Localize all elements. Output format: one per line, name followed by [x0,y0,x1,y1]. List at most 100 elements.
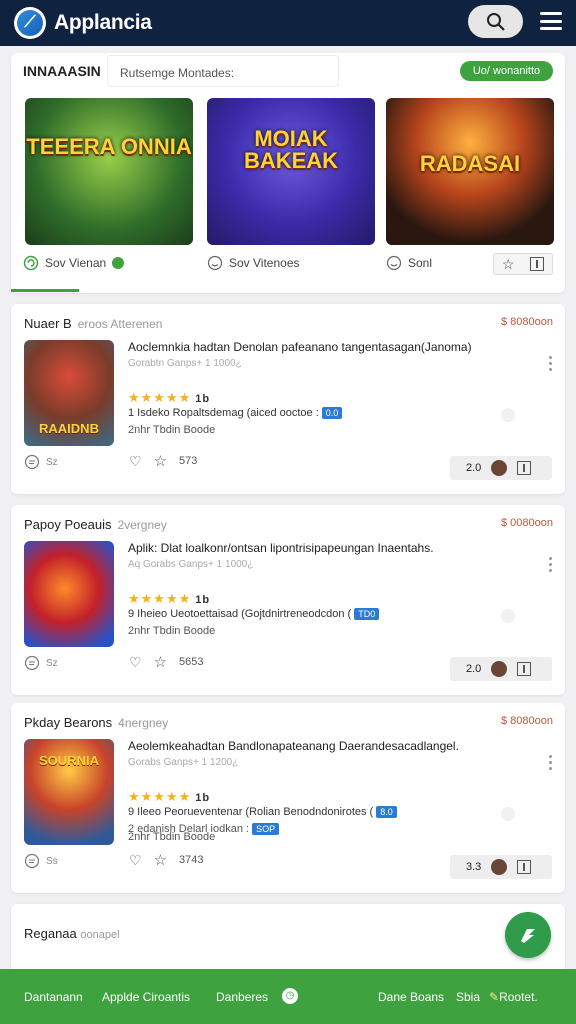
tile-art-text: MOIAK BAKEAK [243,126,339,173]
featured-tile-1[interactable]: TEEERA ONNIA [25,98,193,245]
refresh-icon [23,255,39,271]
featured-actions[interactable]: ☆ [493,253,553,275]
thumb-art-text: RAAIDNB [39,421,99,436]
top-app-bar: ⟋ Applancia [0,0,576,46]
bottom-navigation: Dantanann Applde Ciroantis Danberes ◷ Da… [0,969,576,1024]
panel-icon[interactable] [517,662,532,676]
panel-icon[interactable] [530,257,545,271]
avatar [491,661,508,677]
app-card[interactable]: Papoy Poeauis 2vergney $ 0080oon Aplik: D… [11,505,565,695]
status-dot-icon [501,609,515,623]
info-tag: TD0 [354,608,380,620]
star-outline-icon[interactable]: ☆ [154,851,167,869]
thumb-art-text: SOURNIA [39,753,99,768]
status-dot-icon [501,408,515,422]
tile-art-text: TEEERA ONNIA [26,134,192,159]
app-price: $ 8080oon [501,316,553,328]
app-action-box[interactable]: 3.3 [450,855,552,879]
shield-icon[interactable]: ♡ [129,654,142,671]
app-meta: Gorabtn Ganps+ 1 1000¿ [128,358,242,369]
app-title: Nuaer Beroos Atterenen [24,316,163,331]
app-description: Aeolemkeahadtan Bandlonapateanang Daeran… [128,739,459,753]
nav-item-3[interactable]: Danberes [216,990,268,1004]
app-action-box[interactable]: 2.0 [450,657,552,681]
comment-count[interactable]: Sz [24,655,58,671]
star-count: 3743 [179,854,204,866]
nav-item-1[interactable]: Dantanann [24,990,83,1004]
tile-art-text: RADASAI [419,151,521,176]
star-outline-icon[interactable]: ☆ [154,653,167,671]
comment-icon [24,853,40,869]
nav-item-4[interactable]: Dane Boans [378,990,444,1004]
floating-action-button[interactable] [505,912,551,958]
app-detail-line: 9 Iheieo Ueotoettaisad (Gojtdnirtreneodc… [128,608,380,620]
leaf-arrow-icon [521,929,535,943]
app-detail-line: 9 Ileeo Peorueventenar (Rolian Benodndon… [128,806,397,818]
action-number: 2.0 [466,462,482,474]
clock-icon[interactable]: ◷ [282,988,298,1004]
featured-badge-button[interactable]: Uo/ wonanitto [460,61,553,81]
featured-section: INNAAASIN Rutsemge Montades: Uo/ wonanit… [11,53,565,293]
shield-icon[interactable]: ♡ [129,852,142,869]
featured-tile-3[interactable]: RADASAI [386,98,554,245]
partial-section: Reganaa oonapel [11,904,565,974]
tile-1-label[interactable]: Sov Vienan [23,255,125,271]
active-tab-indicator [11,289,79,292]
info-tag: 0.0 [321,407,343,419]
app-meta: Gorabs Ganps+ 1 1200¿ [128,757,239,768]
app-title: Pkday Bearons 4nergney [24,715,169,730]
nav-item-2[interactable]: Applde Ciroantis [102,990,190,1004]
featured-search-field[interactable]: Rutsemge Montades: [107,55,339,87]
action-number: 2.0 [466,663,482,675]
search-button[interactable] [468,5,523,38]
rating-stars: ★★★★★ 1b [128,390,211,405]
app-thumbnail[interactable]: RAAIDNB [24,340,114,446]
star-outline-icon[interactable]: ☆ [154,452,167,470]
hamburger-menu-icon[interactable] [540,12,562,30]
section-title: Reganaa oonapel [24,926,120,941]
comment-icon [24,655,40,671]
star-outline-icon[interactable]: ☆ [502,256,515,273]
status-dot-icon [501,807,515,821]
app-detail-line-2: 2nhr Tbdin Boode [128,625,216,637]
tile-3-label-text: Sonl [408,256,433,270]
app-description: Aoclemnkia hadtan Denolan pafeanano tang… [128,340,472,354]
shield-icon[interactable]: ♡ [129,453,142,470]
featured-tile-2[interactable]: MOIAK BAKEAK [207,98,375,245]
tile-3-label[interactable]: Sonl [386,255,432,271]
comment-count[interactable]: Sz [24,454,58,470]
nav-item-5[interactable]: Sbia [456,990,480,1004]
action-number: 3.3 [466,861,482,873]
app-actions: ♡ ☆ 3743 [129,851,204,870]
leaf-icon: ✎ [489,990,500,1004]
info-tag: 8.0 [376,806,397,818]
app-card[interactable]: Nuaer Beroos Atterenen $ 8080oon RAAIDNB… [11,304,565,494]
check-icon [112,257,125,269]
rating-stars: ★★★★★ 1b [128,789,211,804]
app-detail-line-3: 2nhr Tbdin Boode [128,831,216,843]
app-actions: ♡ ☆ 5653 [129,653,204,672]
app-price: $ 0080oon [501,517,553,529]
app-detail-line: 1 Isdeko Ropaltsdemag (aiced ooctoe :0.0 [128,407,343,419]
app-thumbnail[interactable]: SOURNIA [24,739,114,845]
avatar [491,460,508,476]
more-options-icon[interactable] [549,755,553,770]
featured-title: INNAAASIN [23,63,101,79]
app-detail-line-2: 2nhr Tbdin Boode [128,424,216,436]
tile-1-label-text: Sov Vienan [45,256,107,270]
more-options-icon[interactable] [549,557,553,572]
comment-icon [24,454,40,470]
app-title: Papoy Poeauis 2vergney [24,517,167,532]
tile-2-label[interactable]: Sov Vitenoes [207,255,300,271]
nav-item-6[interactable]: ✎Rootet. [489,990,538,1004]
brand-name: Applancia [54,11,152,34]
panel-icon[interactable] [517,860,532,874]
app-card[interactable]: Pkday Bearons 4nergney $ 8080oon SOURNIA … [11,703,565,893]
app-action-box[interactable]: 2.0 [450,456,552,480]
app-thumbnail[interactable] [24,541,114,647]
info-tag: SOP [252,823,280,835]
a-logo-icon[interactable]: ⟋ [14,7,46,39]
more-options-icon[interactable] [549,356,553,371]
panel-icon[interactable] [517,461,532,475]
comment-count[interactable]: Ss [24,853,58,869]
